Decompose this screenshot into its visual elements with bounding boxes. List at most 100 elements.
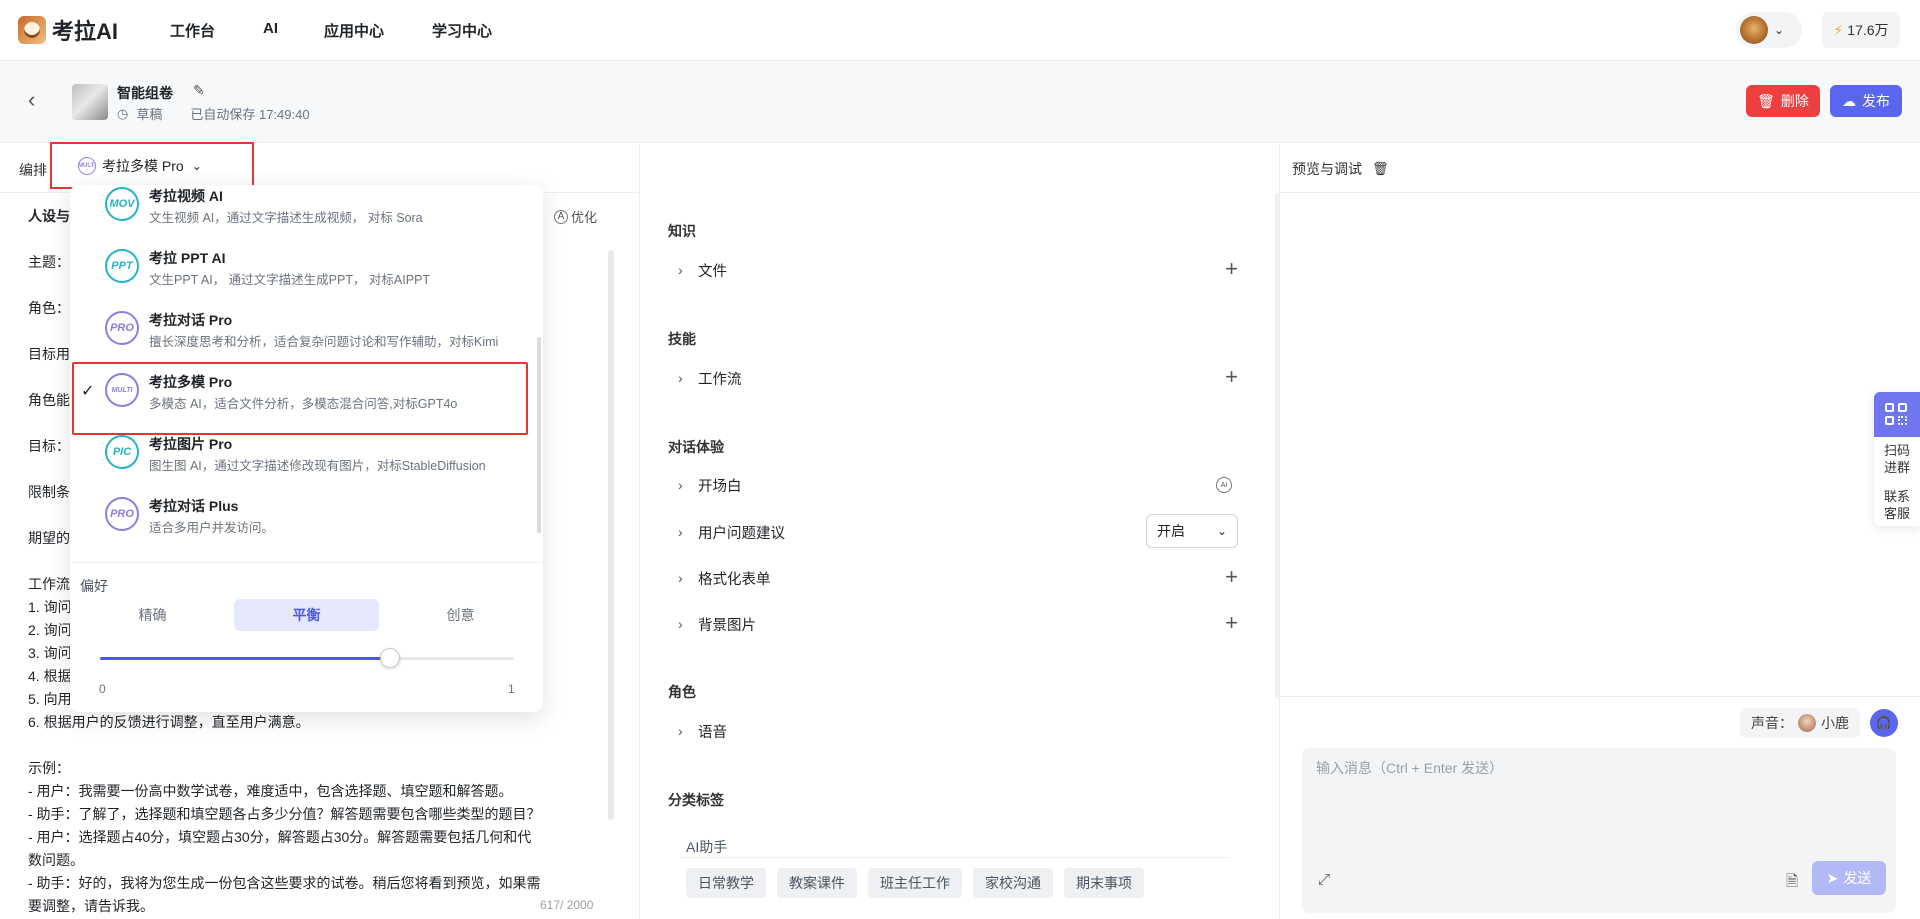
back-arrow-icon[interactable]: ‹ (28, 87, 35, 113)
credits-value: 17.6万 (1847, 22, 1889, 38)
slider-handle[interactable] (379, 648, 400, 668)
top-navbar: 考拉AI 工作台 AI 应用中心 学习中心 ⌄ ⚡ 17.6万 (0, 0, 1920, 61)
paper-plane-icon: ➤ (1826, 869, 1839, 886)
editor-bar-label: 编排 (19, 162, 47, 178)
editor-scrollbar[interactable] (608, 250, 614, 820)
add-file-icon[interactable]: + (1225, 258, 1238, 280)
publish-button[interactable]: ☁ 发布 (1830, 85, 1902, 117)
model-selector[interactable]: MULTI 考拉多模 Pro ⌄ (50, 142, 254, 189)
section-dialog-title: 对话体验 (668, 439, 724, 455)
project-title: 智能组卷 (117, 85, 173, 101)
attach-file-icon[interactable]: 🗎 (1786, 871, 1798, 896)
config-row-label: 背景图片 (698, 617, 756, 634)
voice-name: 小鹿 (1821, 715, 1849, 731)
config-row-form[interactable]: › 格式化表单 + (678, 563, 1238, 593)
autosave-status: 已自动保存 17:49:40 (190, 107, 310, 122)
chevron-right-icon: › (678, 524, 683, 540)
qr-code-icon[interactable] (1874, 392, 1920, 437)
selected-model-highlight (72, 362, 528, 435)
model-dropdown: MOV 考拉视频 AI 文生视频 AI，通过文字描述生成视频， 对标 Sora PPT… (70, 185, 543, 712)
nav-item-workbench[interactable]: 工作台 (170, 20, 215, 41)
send-label: 发送 (1843, 870, 1872, 886)
model-option-name: 考拉对话 Pro (149, 312, 233, 328)
voice-selector[interactable]: 声音： 小鹿 (1740, 708, 1860, 738)
chevron-right-icon: › (678, 262, 683, 278)
chevron-right-icon: › (678, 570, 683, 586)
tag-chip[interactable]: 日常教学 (686, 868, 766, 898)
tag-divider (680, 857, 1230, 858)
config-row-label: 开场白 (698, 478, 742, 495)
tag-chip[interactable]: 教案课件 (777, 868, 857, 898)
nav-item-ai[interactable]: AI (263, 20, 278, 37)
tag-chip[interactable]: 家校沟通 (973, 868, 1053, 898)
contact-label: 联系 (1883, 489, 1910, 504)
chevron-down-icon: ⌄ (1774, 23, 1785, 37)
send-button[interactable]: ➤ 发送 (1812, 861, 1886, 895)
lightning-icon: ⚡ (1833, 21, 1844, 38)
credits-badge[interactable]: ⚡ 17.6万 (1822, 12, 1900, 48)
slider-fill (100, 657, 390, 660)
tag-chip[interactable]: 班主任工作 (868, 868, 962, 898)
mode-precise[interactable]: 精确 (80, 599, 225, 631)
draft-status: 草稿 (136, 107, 163, 122)
add-form-icon[interactable]: + (1225, 566, 1238, 588)
delete-button[interactable]: 🗑 删除 (1746, 85, 1820, 117)
model-option[interactable]: PRO 考拉对话 Pro 擅长深度思考和分析，适合复杂问题讨论和写作辅助，对标Kim… (70, 301, 543, 361)
prompt-line (28, 734, 608, 757)
chat-input-box: ⤢ 🗎 ➤ 发送 (1302, 748, 1896, 913)
config-row-file[interactable]: › 文件 + (678, 255, 1238, 285)
model-option-name: 考拉 PPT AI (149, 250, 226, 266)
ai-generate-icon[interactable]: AI (1216, 477, 1232, 493)
edit-icon[interactable]: ✎ (193, 82, 205, 99)
config-row-background[interactable]: › 背景图片 + (678, 609, 1238, 639)
model-option[interactable]: PPT 考拉 PPT AI 文生PPT AI， 通过文字描述生成PPT， 对标AIP… (70, 239, 543, 299)
preview-header: 预览与调试 🗑 (1292, 159, 1389, 179)
headset-icon[interactable]: 🎧 (1870, 709, 1898, 737)
user-menu[interactable]: ⌄ (1736, 12, 1802, 48)
model-option-name: 考拉对话 Plus (149, 498, 239, 514)
contact-support[interactable]: 联系 客服 (1874, 488, 1920, 522)
delete-label: 删除 (1780, 93, 1809, 109)
model-badge-icon: PRO (105, 311, 139, 345)
voice-avatar (1798, 714, 1816, 732)
prompt-line: - 用户：我需要一份高中数学试卷，难度适中，包含选择题、填空题和解答题。 (28, 783, 513, 799)
model-option-name: 考拉图片 Pro (149, 436, 233, 452)
config-row-label: 格式化表单 (698, 571, 771, 588)
suggestion-select[interactable]: 开启 ⌄ (1146, 514, 1238, 548)
app-logo[interactable]: 考拉AI (18, 14, 118, 46)
trash-icon[interactable]: 🗑 (1372, 161, 1389, 177)
prompt-line: - 助手：了解了，选择题和填空题各占多少分值？解答题需要包含哪些类型的题目？ (28, 806, 541, 822)
dropdown-scrollbar[interactable] (537, 337, 541, 533)
temperature-slider[interactable] (100, 648, 514, 668)
suggestion-select-value: 开启 (1157, 523, 1185, 539)
add-background-icon[interactable]: + (1225, 612, 1238, 634)
expand-icon[interactable]: ⤢ (1318, 871, 1330, 888)
prompt-line: - 助手：好的，我将为您生成一份包含这些要求的试卷。稍后您将看到预览，如果需 (28, 875, 541, 891)
chevron-down-icon: ⌄ (191, 158, 202, 173)
publish-label: 发布 (1862, 93, 1890, 109)
mode-balanced[interactable]: 平衡 (234, 599, 379, 631)
scan-join-group[interactable]: 扫码 进群 (1874, 442, 1920, 476)
mode-creative[interactable]: 创意 (388, 599, 533, 631)
tag-chip[interactable]: 期末事项 (1064, 868, 1144, 898)
model-option[interactable]: MOV 考拉视频 AI 文生视频 AI，通过文字描述生成视频， 对标 Sora (70, 185, 543, 237)
clock-icon: ◷ (117, 105, 129, 121)
model-option-name: 考拉视频 AI (149, 188, 223, 204)
cloud-upload-icon: ☁ (1842, 92, 1856, 109)
model-option-description: 适合多用户并发访问。 (149, 521, 275, 535)
model-option-description: 文生PPT AI， 通过文字描述生成PPT， 对标AIPPT (149, 273, 431, 287)
char-counter: 617/ 2000 (540, 898, 594, 912)
section-tags-title: 分类标签 (668, 792, 724, 808)
chat-message-input[interactable] (1316, 758, 1876, 828)
model-option[interactable]: PRO 考拉对话 Plus 适合多用户并发访问。 (70, 487, 543, 547)
add-workflow-icon[interactable]: + (1225, 366, 1238, 388)
chevron-right-icon: › (678, 616, 683, 632)
config-row-workflow[interactable]: › 工作流 + (678, 363, 1238, 393)
prompt-line: 数问题。 (28, 852, 84, 868)
config-row-suggestions[interactable]: › 用户问题建议 开启 ⌄ (678, 514, 1238, 548)
model-option-description: 文生视频 AI，通过文字描述生成视频， 对标 Sora (149, 211, 423, 225)
config-row-opening[interactable]: › 开场白 AI (678, 470, 1238, 500)
config-row-voice[interactable]: › 语音 (678, 716, 1238, 746)
nav-item-learning-center[interactable]: 学习中心 (432, 20, 492, 41)
nav-item-app-center[interactable]: 应用中心 (324, 20, 384, 41)
